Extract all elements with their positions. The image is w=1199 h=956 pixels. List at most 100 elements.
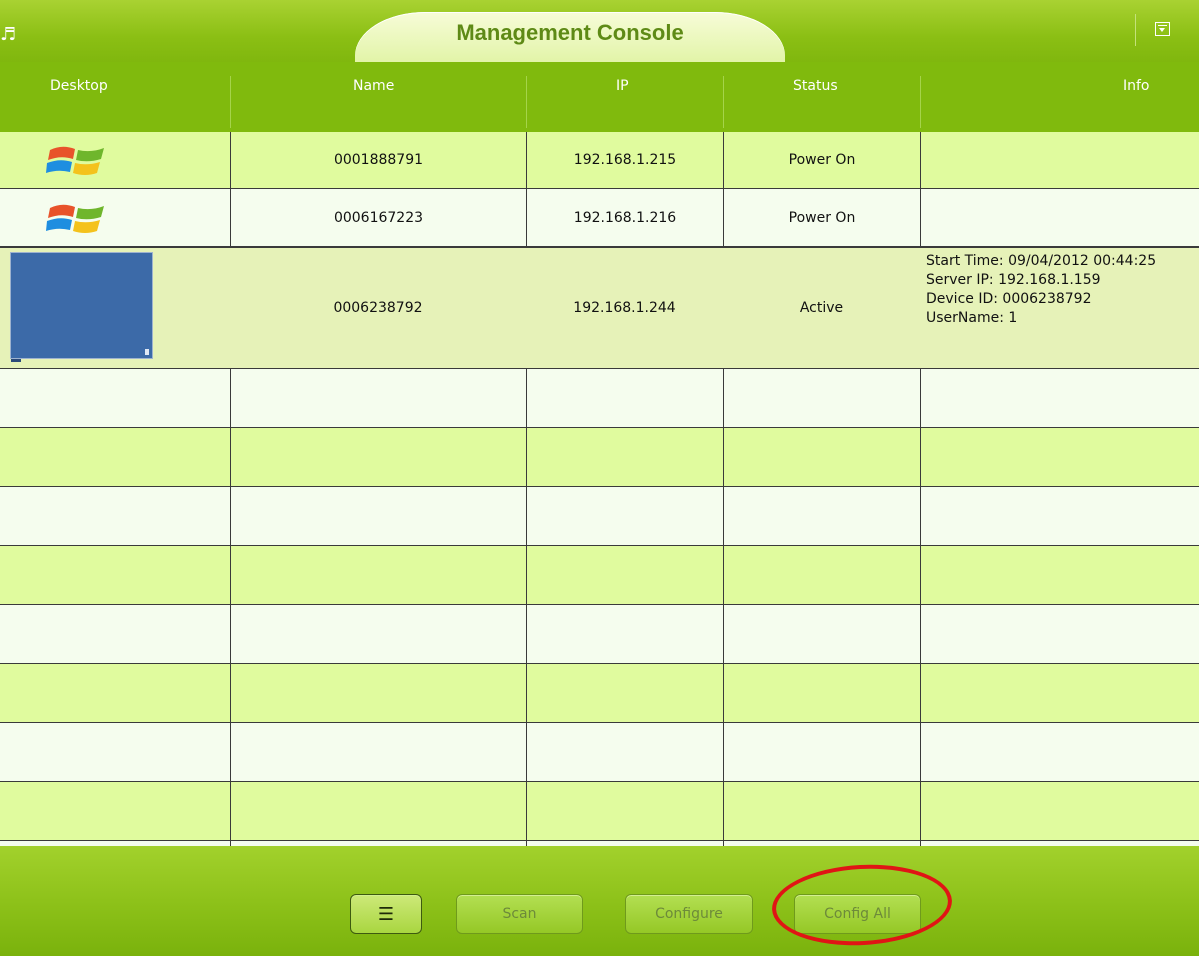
ip-cell bbox=[526, 428, 723, 486]
desktop-cell bbox=[0, 132, 230, 188]
ip-cell bbox=[526, 369, 723, 427]
list-icon: ☰ bbox=[377, 903, 395, 925]
table-row-selected[interactable]: 0006238792 192.168.1.244 Active Start Ti… bbox=[0, 247, 1199, 369]
desktop-cell bbox=[0, 664, 230, 722]
status-cell bbox=[723, 782, 920, 840]
management-console-window: ♬ Management Console Desktop Name IP Sta… bbox=[0, 0, 1199, 956]
info-device-id: Device ID: 0006238792 bbox=[926, 291, 1092, 307]
empty-table-row[interactable] bbox=[0, 664, 1199, 723]
list-view-button[interactable]: ☰ bbox=[350, 894, 422, 934]
desktop-cell bbox=[0, 369, 230, 427]
client-table: 0001888791 192.168.1.215 Power On 000616… bbox=[0, 132, 1199, 846]
ip-cell bbox=[526, 487, 723, 545]
status-cell bbox=[723, 605, 920, 663]
info-start-time: Start Time: 09/04/2012 00:44:25 bbox=[926, 253, 1157, 269]
status-cell bbox=[723, 664, 920, 722]
name-cell bbox=[230, 723, 526, 781]
empty-table-row[interactable] bbox=[0, 782, 1199, 841]
name-cell bbox=[230, 487, 526, 545]
info-cell bbox=[920, 546, 1199, 604]
app-icon: ♬ bbox=[0, 24, 17, 45]
info-cell bbox=[920, 605, 1199, 663]
column-header-info[interactable]: Info bbox=[921, 62, 1199, 132]
name-cell bbox=[230, 546, 526, 604]
ip-cell bbox=[526, 782, 723, 840]
info-cell bbox=[920, 487, 1199, 545]
ip-cell bbox=[526, 664, 723, 722]
status-cell: Active bbox=[799, 300, 844, 316]
thumbnail-taskbar bbox=[11, 359, 21, 362]
info-cell bbox=[920, 723, 1199, 781]
desktop-cell bbox=[0, 546, 230, 604]
windows-logo-icon bbox=[46, 204, 104, 233]
info-username: UserName: 1 bbox=[926, 310, 1018, 326]
column-header-label: IP bbox=[616, 78, 629, 94]
name-cell bbox=[230, 605, 526, 663]
column-header-label: Desktop bbox=[50, 78, 108, 94]
ip-cell bbox=[526, 605, 723, 663]
empty-table-row[interactable] bbox=[0, 428, 1199, 487]
info-cell bbox=[920, 664, 1199, 722]
table-header: Desktop Name IP Status Info bbox=[0, 62, 1199, 132]
titlebar-divider bbox=[1135, 14, 1136, 46]
desktop-cell bbox=[0, 248, 230, 368]
status-cell bbox=[723, 546, 920, 604]
thumbnail-cursor bbox=[145, 349, 149, 355]
configure-button[interactable]: Configure bbox=[625, 894, 753, 934]
table-row[interactable]: 0001888791 192.168.1.215 Power On bbox=[0, 132, 1199, 189]
info-text: Start Time: 09/04/2012 00:44:25 Server I… bbox=[926, 252, 1156, 328]
ip-cell: 192.168.1.215 bbox=[526, 132, 723, 188]
config-all-button[interactable]: Config All bbox=[794, 894, 921, 934]
ip-cell: 192.168.1.216 bbox=[526, 189, 723, 246]
column-header-name[interactable]: Name bbox=[231, 62, 526, 132]
desktop-cell bbox=[0, 605, 230, 663]
column-header-label: Name bbox=[353, 78, 395, 94]
name-cell bbox=[230, 782, 526, 840]
desktop-cell bbox=[0, 782, 230, 840]
empty-table-row[interactable] bbox=[0, 369, 1199, 428]
table-row[interactable]: 0006167223 192.168.1.216 Power On bbox=[0, 189, 1199, 247]
empty-table-row[interactable] bbox=[0, 723, 1199, 782]
empty-table-row[interactable] bbox=[0, 605, 1199, 664]
info-cell bbox=[920, 782, 1199, 840]
info-server-ip: Server IP: 192.168.1.159 bbox=[926, 272, 1101, 288]
desktop-thumbnail[interactable] bbox=[10, 252, 153, 362]
status-cell bbox=[723, 369, 920, 427]
status-cell bbox=[723, 428, 920, 486]
empty-table-row[interactable] bbox=[0, 487, 1199, 546]
column-header-label: Status bbox=[793, 78, 838, 94]
ip-cell bbox=[526, 546, 723, 604]
name-cell: 0001888791 bbox=[230, 132, 526, 188]
info-cell bbox=[920, 428, 1199, 486]
column-header-status[interactable]: Status bbox=[724, 62, 920, 132]
info-cell bbox=[920, 189, 1199, 246]
column-header-desktop[interactable]: Desktop bbox=[0, 62, 230, 132]
info-cell bbox=[920, 132, 1199, 188]
desktop-cell bbox=[0, 723, 230, 781]
footer-toolbar: ☰ Scan Configure Config All bbox=[0, 846, 1199, 956]
status-cell: Power On bbox=[723, 132, 920, 188]
column-header-ip[interactable]: IP bbox=[527, 62, 723, 132]
windows-logo-icon bbox=[46, 146, 104, 175]
desktop-cell bbox=[0, 189, 230, 246]
window-title: Management Console bbox=[456, 20, 684, 45]
name-cell: 0006167223 bbox=[230, 189, 526, 246]
ip-cell bbox=[526, 723, 723, 781]
ip-cell: 192.168.1.244 bbox=[573, 300, 676, 316]
scan-button[interactable]: Scan bbox=[456, 894, 583, 934]
desktop-cell bbox=[0, 428, 230, 486]
dropdown-menu-icon[interactable] bbox=[1155, 22, 1170, 36]
info-cell: Start Time: 09/04/2012 00:44:25 Server I… bbox=[920, 248, 1199, 368]
status-cell: Power On bbox=[723, 189, 920, 246]
name-cell bbox=[230, 428, 526, 486]
name-cell bbox=[230, 369, 526, 427]
info-cell bbox=[920, 369, 1199, 427]
title-bar: ♬ Management Console bbox=[0, 0, 1199, 62]
desktop-cell bbox=[0, 487, 230, 545]
empty-table-row[interactable] bbox=[0, 546, 1199, 605]
name-cell: 0006238792 bbox=[333, 300, 423, 316]
status-cell bbox=[723, 487, 920, 545]
name-cell bbox=[230, 664, 526, 722]
column-header-label: Info bbox=[1123, 78, 1150, 94]
status-cell bbox=[723, 723, 920, 781]
